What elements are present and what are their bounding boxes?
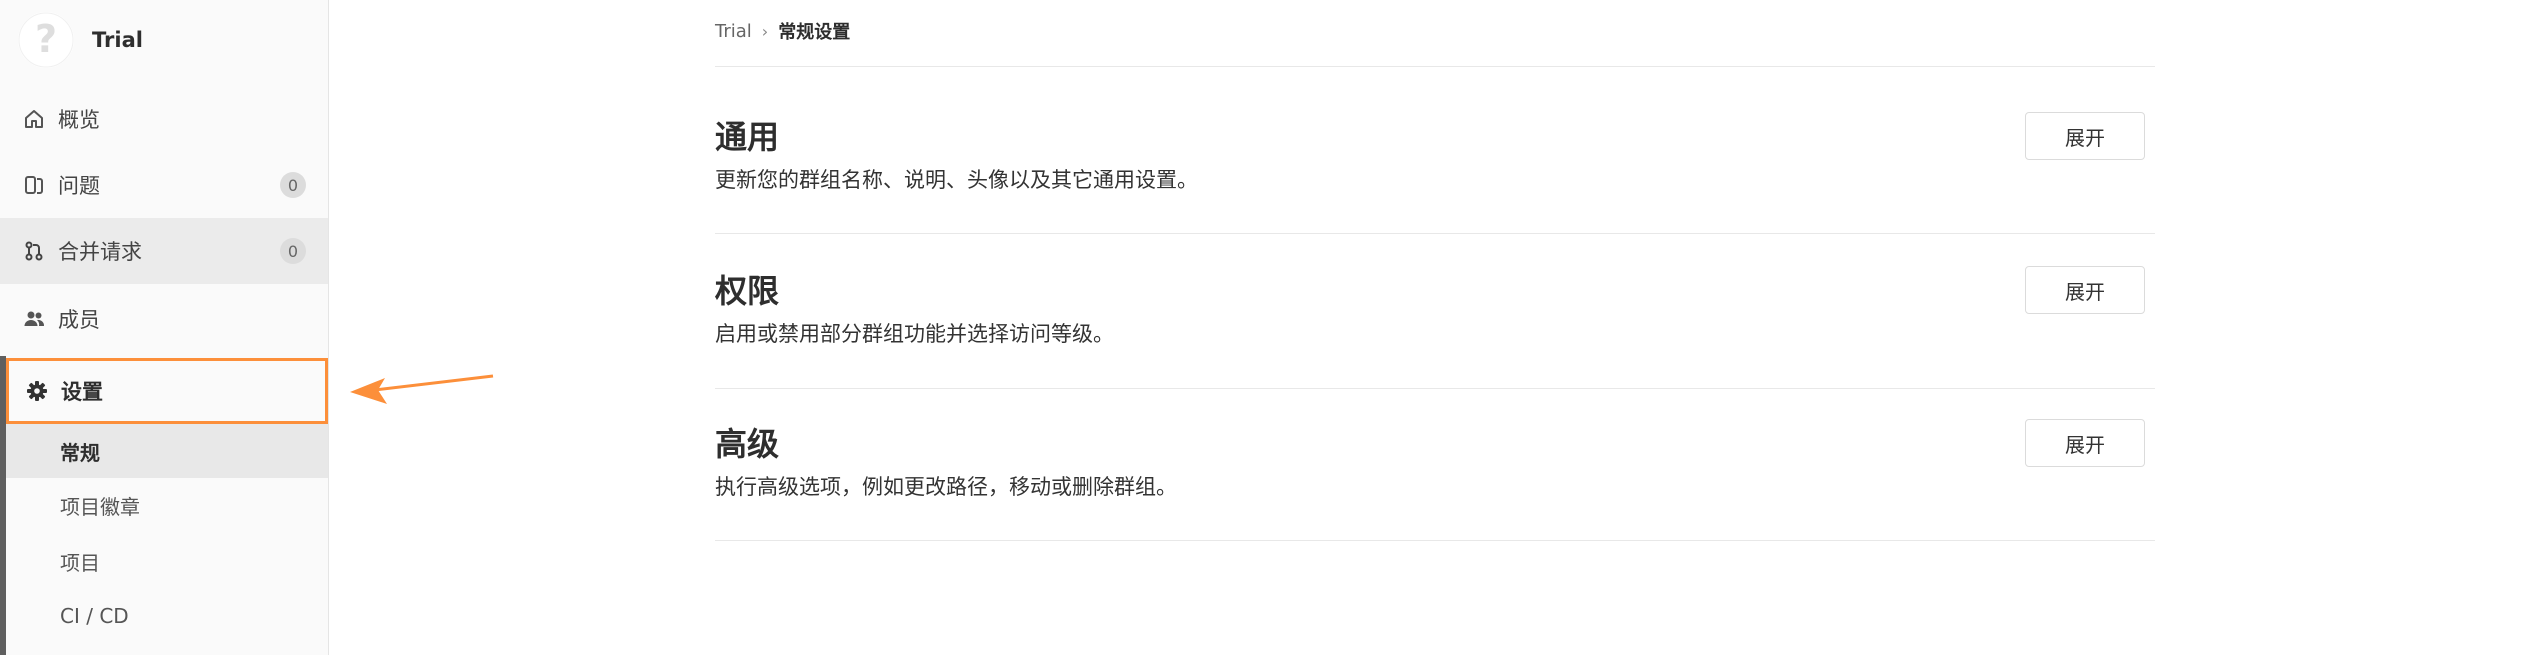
sidebar-subitem-ci-cd[interactable]: CI / CD <box>6 589 328 643</box>
divider <box>715 233 2155 234</box>
divider <box>715 388 2155 389</box>
settings-section-general: 通用 更新您的群组名称、说明、头像以及其它通用设置。 展开 <box>715 112 2155 232</box>
sidebar-subitem-label: 项目徽章 <box>60 494 140 519</box>
section-description: 启用或禁用部分群组功能并选择访问等级。 <box>715 322 1114 346</box>
sidebar-subitem-label: 项目 <box>60 550 100 575</box>
annotation-arrow-icon <box>350 374 494 404</box>
sidebar-item-overview[interactable]: 概览 <box>0 86 328 152</box>
sidebar-item-label: 设置 <box>61 380 103 404</box>
group-title: Trial <box>92 28 143 52</box>
sidebar-subitem-label: CI / CD <box>60 604 129 628</box>
group-header[interactable]: ? Trial <box>18 12 143 68</box>
breadcrumb: Trial › 常规设置 <box>715 18 850 44</box>
sidebar: ? Trial 概览 问题 0 合并请求 0 成员 设置 常规 项目徽章 项目 … <box>0 0 329 655</box>
section-title: 高级 <box>715 425 780 463</box>
sidebar-subitem-general[interactable]: 常规 <box>6 424 328 478</box>
expand-button[interactable]: 展开 <box>2025 419 2145 467</box>
gear-icon <box>25 379 49 403</box>
section-description: 更新您的群组名称、说明、头像以及其它通用设置。 <box>715 168 1198 192</box>
section-title: 通用 <box>715 118 780 156</box>
question-icon: ? <box>18 12 74 68</box>
sidebar-item-issues[interactable]: 问题 0 <box>0 152 328 218</box>
settings-section-permissions: 权限 启用或禁用部分群组功能并选择访问等级。 展开 <box>715 266 2155 386</box>
chevron-right-icon: › <box>761 21 769 41</box>
count-badge: 0 <box>280 238 306 264</box>
merge-request-icon <box>22 239 46 263</box>
sidebar-subitem-label: 常规 <box>60 440 100 465</box>
sidebar-item-members[interactable]: 成员 <box>0 286 328 352</box>
users-icon <box>22 307 46 331</box>
expand-button[interactable]: 展开 <box>2025 266 2145 314</box>
sidebar-item-label: 成员 <box>58 308 100 332</box>
sidebar-item-label: 合并请求 <box>58 240 142 264</box>
breadcrumb-link-trial[interactable]: Trial <box>715 21 752 42</box>
sidebar-item-label: 问题 <box>58 174 100 198</box>
section-title: 权限 <box>715 272 780 310</box>
expand-button[interactable]: 展开 <box>2025 112 2145 160</box>
sidebar-item-settings[interactable]: 设置 <box>6 358 328 424</box>
sidebar-item-label: 概览 <box>58 108 100 132</box>
sidebar-subitem-projects[interactable]: 项目 <box>6 534 328 588</box>
issues-icon <box>22 173 46 197</box>
section-description: 执行高级选项，例如更改路径，移动或删除群组。 <box>715 475 1177 499</box>
count-badge: 0 <box>280 172 306 198</box>
divider <box>715 540 2155 541</box>
settings-section-advanced: 高级 执行高级选项，例如更改路径，移动或删除群组。 展开 <box>715 419 2155 539</box>
svg-text:?: ? <box>35 17 57 61</box>
sidebar-subitem-badges[interactable]: 项目徽章 <box>6 478 328 532</box>
divider <box>715 66 2155 67</box>
home-icon <box>22 107 46 131</box>
breadcrumb-current[interactable]: 常规设置 <box>778 18 850 44</box>
sidebar-item-merge-requests[interactable]: 合并请求 0 <box>0 218 328 284</box>
